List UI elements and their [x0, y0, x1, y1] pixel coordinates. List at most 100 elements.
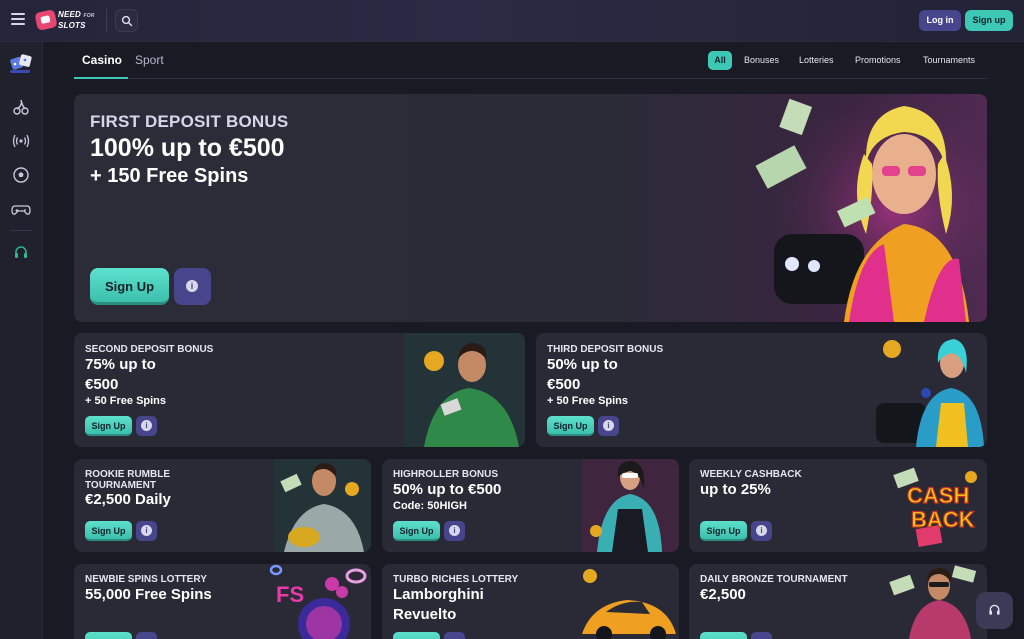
- card-character-illustration: [274, 459, 371, 552]
- hero-signup-button[interactable]: Sign Up: [90, 268, 169, 305]
- card-title-line2: Revuelto: [393, 606, 457, 623]
- card-title: 55,000 Free Spins: [85, 586, 212, 603]
- info-button[interactable]: i: [598, 416, 619, 436]
- info-icon: i: [449, 525, 460, 536]
- card-kicker: ROOKIE RUMBLE: [85, 469, 170, 480]
- logo-mark: [34, 9, 58, 31]
- card-title: 50% up to: [547, 356, 618, 373]
- filter-lotteries[interactable]: Lotteries: [799, 51, 834, 70]
- promo-card-third-deposit: THIRD DEPOSIT BONUS 50% up to €500 + 50 …: [536, 333, 987, 447]
- card-kicker: TURBO RICHES LOTTERY: [393, 574, 519, 585]
- cherry-icon[interactable]: [11, 97, 31, 117]
- promo-card-daily-bronze-tournament: DAILY BRONZE TOURNAMENT €2,500: [689, 564, 987, 639]
- info-button[interactable]: i: [136, 521, 157, 541]
- promo-card-weekly-cashback: WEEKLY CASHBACK up to 25% Sign Up i CASH…: [689, 459, 987, 552]
- hero-title: 100% up to €500: [90, 134, 285, 162]
- card-title-amount: €500: [547, 376, 581, 393]
- info-icon: i: [186, 280, 198, 292]
- signup-button[interactable]: [85, 632, 132, 639]
- info-icon: i: [141, 525, 152, 536]
- card-title: Lamborghini: [393, 586, 484, 603]
- gamepad-icon[interactable]: [11, 199, 31, 219]
- card-subtitle: + 50 Free Spins: [85, 395, 167, 407]
- signup-button[interactable]: Sign Up: [547, 416, 594, 436]
- info-button[interactable]: i: [444, 521, 465, 541]
- filter-tournaments[interactable]: Tournaments: [923, 51, 975, 70]
- hero-character-illustration: [754, 94, 987, 322]
- card-kicker: NEWBIE SPINS LOTTERY: [85, 574, 207, 585]
- logo-text: NEED FOR SLOTS: [58, 10, 95, 30]
- filter-promotions[interactable]: Promotions: [855, 51, 901, 70]
- card-title: €2,500 Daily: [85, 491, 171, 508]
- filter-bonuses[interactable]: Bonuses: [744, 51, 779, 70]
- info-button[interactable]: i: [136, 416, 157, 436]
- tab-sport[interactable]: Sport: [135, 53, 164, 67]
- promo-card-rookie-rumble: ROOKIE RUMBLE TOURNAMENT €2,500 Daily Si…: [74, 459, 371, 552]
- signup-button[interactable]: Sign Up: [85, 416, 132, 436]
- info-icon: i: [603, 420, 614, 431]
- info-button[interactable]: [444, 632, 465, 639]
- signup-button[interactable]: Sign up: [965, 10, 1013, 31]
- active-tab-indicator: [74, 77, 128, 79]
- headset-icon: [989, 604, 1000, 615]
- hero-subtitle: + 150 Free Spins: [90, 165, 249, 187]
- card-character-illustration: [582, 459, 679, 552]
- signup-button[interactable]: Sign Up: [700, 521, 747, 541]
- info-icon: i: [756, 525, 767, 536]
- soccer-ball-icon[interactable]: [11, 165, 31, 185]
- header-divider: [106, 9, 107, 33]
- card-kicker: WEEKLY CASHBACK: [700, 469, 802, 480]
- rail-divider: [10, 230, 32, 231]
- promo-card-newbie-spins-lottery: NEWBIE SPINS LOTTERY 55,000 Free Spins F…: [74, 564, 371, 639]
- headset-icon[interactable]: [11, 243, 31, 263]
- hamburger-menu-icon[interactable]: [11, 13, 25, 25]
- left-rail: [0, 42, 43, 639]
- card-kicker: THIRD DEPOSIT BONUS: [547, 344, 664, 355]
- cashback-illustration: CASH BACK: [893, 467, 977, 547]
- signup-button[interactable]: [393, 632, 440, 639]
- top-bar: NEED FOR SLOTS Log in Sign up: [0, 0, 1024, 42]
- card-title: up to 25%: [700, 481, 771, 498]
- card-kicker: DAILY BRONZE TOURNAMENT: [700, 574, 848, 585]
- signup-button[interactable]: Sign Up: [85, 521, 132, 541]
- site-logo[interactable]: NEED FOR SLOTS: [34, 9, 98, 31]
- cashback-art-text-2: BACK: [911, 507, 975, 532]
- login-button[interactable]: Log in: [919, 10, 961, 31]
- filter-all[interactable]: All: [708, 51, 732, 70]
- promo-card-turbo-riches-lottery: TURBO RICHES LOTTERY Lamborghini Revuelt…: [382, 564, 679, 639]
- signup-button[interactable]: [700, 632, 747, 639]
- card-character-illustration: [404, 333, 525, 447]
- promo-card-second-deposit: SECOND DEPOSIT BONUS 75% up to €500 + 50…: [74, 333, 525, 447]
- card-character-illustration: [889, 565, 977, 639]
- lottery-spins-illustration: FS: [269, 564, 367, 639]
- info-button[interactable]: i: [751, 521, 772, 541]
- card-subtitle: Code: 50HIGH: [393, 500, 467, 512]
- support-chat-button[interactable]: [976, 592, 1013, 629]
- category-tabs: Casino Sport All Bonuses Lotteries Promo…: [74, 42, 988, 79]
- page-scrollbar[interactable]: [1018, 42, 1024, 639]
- sports-car-illustration: [582, 569, 676, 639]
- card-kicker: HIGHROLLER BONUS: [393, 469, 498, 480]
- card-title: 75% up to: [85, 356, 156, 373]
- card-title: 50% up to €500: [393, 481, 502, 498]
- card-title-amount: €500: [85, 376, 119, 393]
- live-signal-icon[interactable]: [11, 131, 31, 151]
- search-button[interactable]: [115, 9, 138, 32]
- card-title: €2,500: [700, 586, 746, 603]
- card-subtitle: + 50 Free Spins: [547, 395, 629, 407]
- promo-card-highroller: HIGHROLLER BONUS 50% up to €500 Code: 50…: [382, 459, 679, 552]
- hero-kicker: FIRST DEPOSIT BONUS: [90, 112, 289, 131]
- hero-promo-card: FIRST DEPOSIT BONUS 100% up to €500 + 15…: [74, 94, 987, 322]
- search-icon: [121, 15, 133, 27]
- card-kicker: SECOND DEPOSIT BONUS: [85, 344, 214, 355]
- info-icon: i: [141, 420, 152, 431]
- info-button[interactable]: [751, 632, 772, 639]
- lottery-art-text: FS: [276, 582, 304, 607]
- info-button[interactable]: [136, 632, 157, 639]
- card-character-illustration: [876, 339, 984, 447]
- signup-button[interactable]: Sign Up: [393, 521, 440, 541]
- tab-casino[interactable]: Casino: [82, 53, 122, 67]
- dice-icon[interactable]: [8, 52, 35, 76]
- cashback-art-text-1: CASH: [907, 483, 969, 508]
- hero-info-button[interactable]: i: [174, 268, 211, 305]
